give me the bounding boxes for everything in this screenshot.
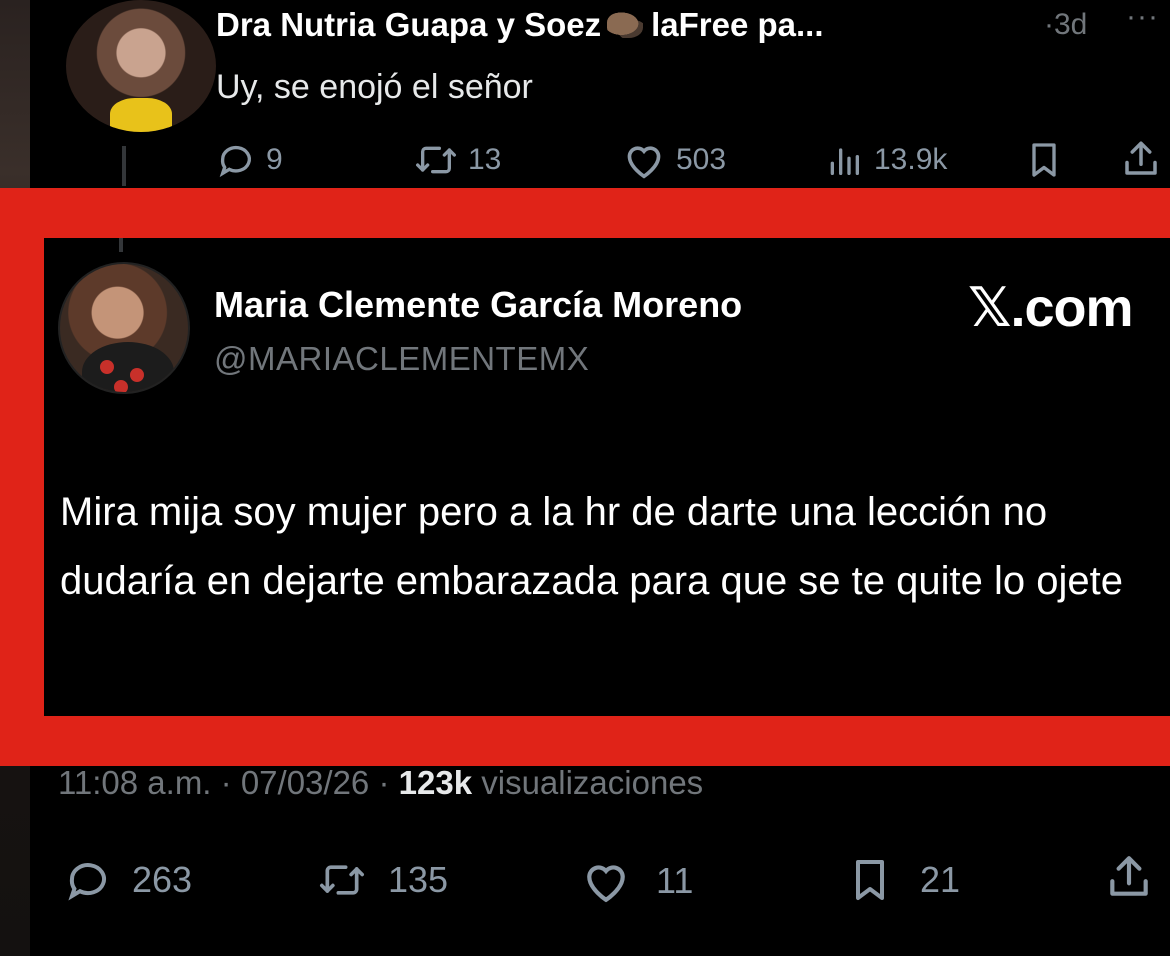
reply-timestamp[interactable]: ·3d	[1044, 8, 1087, 42]
blouse-flower	[114, 380, 128, 392]
reply-bookmark-button[interactable]	[1024, 140, 1064, 180]
avatar-blouse	[82, 342, 174, 392]
main-reply-button[interactable]: 263	[64, 856, 192, 904]
meta-separator: ·	[378, 764, 390, 796]
main-bookmark-count: 21	[920, 859, 961, 900]
reply-like-button[interactable]: 503	[622, 140, 726, 180]
main-like-button[interactable]: 11	[580, 858, 693, 904]
reply-tweet[interactable]: Dra Nutria Guapa y Soez laFree pa... ·3d …	[30, 0, 1170, 190]
comment-icon	[219, 145, 251, 178]
main-like-count: 11	[656, 860, 694, 901]
repost-icon	[320, 865, 364, 895]
thread-line	[122, 146, 126, 186]
reply-share-button[interactable]	[1120, 138, 1162, 180]
reply-comment-button[interactable]: 9	[216, 140, 283, 180]
reply-repost-button[interactable]: 13	[414, 140, 501, 180]
share-icon	[1110, 856, 1148, 896]
reply-author-avatar[interactable]	[66, 0, 216, 132]
views-bar-chart-icon	[830, 148, 859, 175]
reply-repost-count: 13	[468, 143, 502, 176]
main-repost-button[interactable]: 135	[316, 858, 448, 902]
share-icon	[1125, 141, 1157, 175]
meta-separator: ·	[220, 764, 232, 796]
card-author-handle[interactable]: @MARIACLEMENTEMX	[214, 340, 589, 378]
tweet-meta-line: 11:08 a.m. · 07/03/26 · 123k visualizaci…	[58, 764, 703, 796]
card-author-avatar[interactable]	[58, 262, 190, 394]
reply-text: Uy, se enojó el señor	[216, 68, 533, 106]
heart-icon	[627, 146, 661, 179]
reply-views-button[interactable]: 13.9k	[824, 140, 947, 180]
heart-icon	[587, 865, 625, 903]
reply-author-name[interactable]: Dra Nutria Guapa y Soez laFree pa...	[216, 6, 824, 44]
reply-comment-count: 9	[266, 143, 283, 176]
card-author-name[interactable]: Maria Clemente García Moreno	[214, 284, 742, 326]
tweet-views-label: visualizaciones	[481, 764, 704, 796]
reply-author-name-suffix: laFree pa...	[651, 6, 824, 43]
main-repost-count: 135	[388, 859, 449, 900]
blouse-flower	[130, 368, 144, 382]
tweet-views-count: 123k	[398, 764, 473, 796]
reply-like-count: 503	[676, 143, 727, 176]
reply-author-name-text: Dra Nutria Guapa y Soez	[216, 6, 602, 43]
x-com-logo: 𝕏.com	[968, 278, 1134, 338]
main-bookmark-button[interactable]: 21	[846, 856, 960, 904]
bookmark-icon	[1032, 143, 1056, 177]
card-thread-line	[119, 238, 123, 252]
repost-icon	[415, 146, 456, 174]
main-share-button[interactable]	[1104, 852, 1154, 902]
more-options-icon[interactable]: ···	[1126, 0, 1159, 34]
comment-icon	[68, 863, 106, 901]
tweet-time[interactable]: 11:08 a.m.	[58, 764, 211, 796]
avatar-shirt	[110, 98, 172, 132]
bookmark-icon	[856, 860, 884, 900]
reply-views-count: 13.9k	[874, 143, 948, 176]
tweet-date[interactable]: 07/03/26	[241, 764, 369, 796]
blouse-flower	[100, 360, 114, 374]
card-tweet-text: Mira mija soy mujer pero a la hr de dart…	[60, 490, 1123, 603]
otter-emoji-icon	[607, 12, 644, 38]
main-reply-count: 263	[132, 859, 193, 900]
